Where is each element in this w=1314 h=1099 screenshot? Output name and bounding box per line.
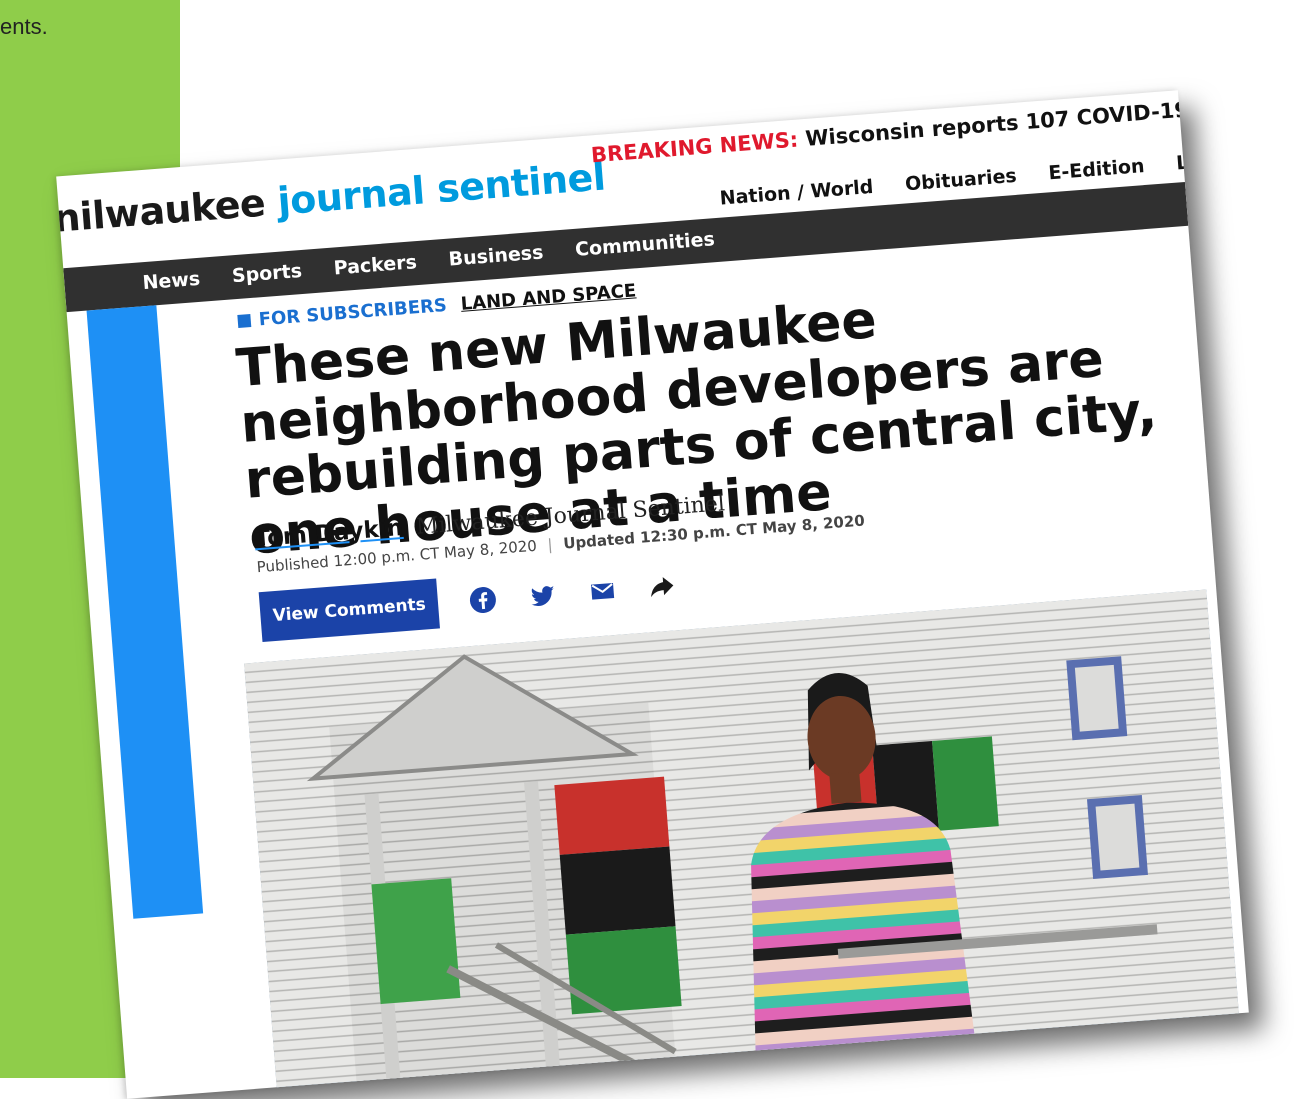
- photo-scene: [244, 589, 1240, 1093]
- facebook-icon[interactable]: [467, 584, 499, 616]
- twitter-icon[interactable]: [527, 579, 559, 611]
- breaking-news-label: BREAKING NEWS:: [590, 127, 800, 168]
- subscriber-square-icon: [237, 314, 252, 328]
- email-icon[interactable]: [586, 575, 618, 607]
- logo-text-milwaukee: nilwaukee: [56, 180, 267, 241]
- nav-obituaries[interactable]: Obituaries: [904, 165, 1017, 196]
- share-bar: [467, 570, 679, 616]
- article-screenshot-card: nilwaukee journal sentinel BREAKING NEWS…: [56, 90, 1249, 1099]
- nav-e-edition[interactable]: E-Edition: [1048, 155, 1146, 184]
- view-comments-button[interactable]: View Comments: [258, 578, 440, 643]
- panel-text: ents.: [0, 14, 48, 39]
- logo-text-journal-sentinel: journal sentinel: [276, 154, 607, 224]
- share-arrow-icon[interactable]: [646, 570, 678, 602]
- article-photo[interactable]: [244, 589, 1240, 1093]
- breaking-news-text: Wisconsin reports 107 COVID-19 de: [804, 94, 1227, 151]
- nav-more[interactable]: Le: [1175, 151, 1202, 175]
- date-separator: |: [546, 535, 554, 554]
- nav-nation-world[interactable]: Nation / World: [719, 176, 874, 210]
- nav-news[interactable]: News: [142, 268, 201, 294]
